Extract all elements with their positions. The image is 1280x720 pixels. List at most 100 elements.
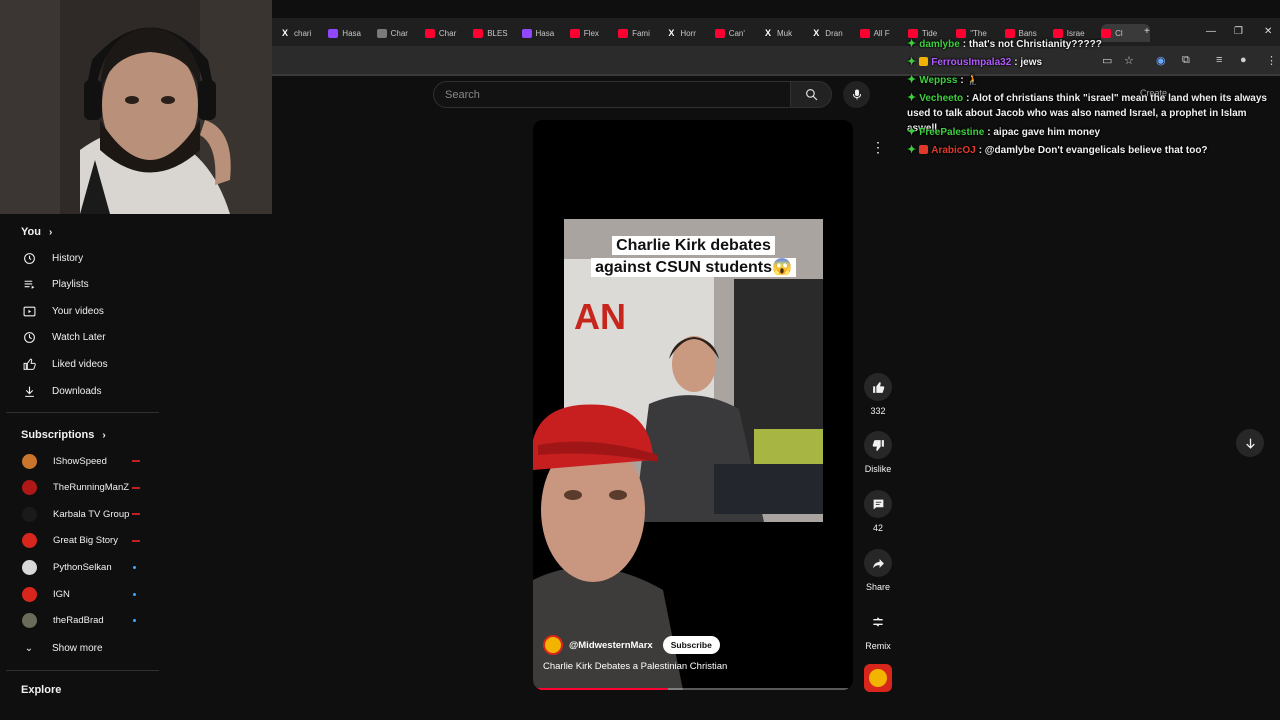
you-section-header[interactable]: You › [21, 226, 52, 238]
browser-tab[interactable]: BLES [473, 24, 522, 42]
chevron-right-icon: › [102, 429, 106, 441]
browser-tab-label: Muk [777, 28, 793, 38]
subscription-item[interactable]: IGN [0, 581, 158, 607]
playlists-icon [22, 278, 36, 292]
chat-username[interactable]: damlybe [919, 39, 960, 50]
subscription-item[interactable]: theRadBrad [0, 608, 158, 634]
channel-avatar [22, 453, 37, 469]
x-favicon-icon: X [764, 27, 771, 38]
sidebar: You › History Playlists Your videos Watch L… [0, 214, 160, 720]
new-tab-button[interactable]: + [1144, 26, 1150, 37]
like-button[interactable]: 332 [857, 373, 899, 416]
subscription-name: theRadBrad [53, 615, 104, 627]
new-content-dot-icon [133, 619, 136, 623]
x-favicon-icon: X [668, 27, 675, 38]
subscriptions-label: Subscriptions [21, 429, 95, 441]
subscription-item[interactable]: TheRunningManZ [0, 475, 158, 501]
twitch-favicon-icon [521, 28, 532, 38]
dislike-button[interactable]: Dislike [857, 431, 899, 474]
channel-name[interactable]: @MidwesternMarx [569, 640, 653, 651]
browser-tab[interactable]: Hasa [328, 24, 377, 42]
browser-tab[interactable]: All F [859, 24, 909, 42]
browser-tab-label: Flex [583, 28, 599, 38]
chat-username[interactable]: FreePalestine [919, 127, 984, 138]
browser-tab[interactable]: Xchari [280, 24, 329, 42]
chevron-down-icon: ⌄ [24, 642, 34, 654]
x-favicon-icon: X [813, 27, 820, 38]
gift-badge-icon [919, 57, 929, 66]
subscriber-badge-icon: ✦ [907, 144, 917, 156]
browser-tab[interactable]: Char [424, 24, 474, 42]
microphone-icon [852, 89, 861, 100]
sidebar-item-label: Downloads [52, 385, 102, 397]
subscription-name: IShowSpeed [53, 455, 107, 467]
browser-tab[interactable]: X Muk [763, 24, 812, 42]
close-window-button[interactable]: ✕ [1264, 26, 1272, 37]
video-title[interactable]: Charlie Kirk Debates a Palestinian Chris… [543, 661, 727, 672]
subscriber-badge-icon: ✦ [907, 74, 917, 86]
sidebar-item-playlists[interactable]: Playlists [0, 272, 158, 298]
chat-username[interactable]: Weppss [919, 75, 957, 86]
browser-tab[interactable]: Char [376, 24, 426, 42]
chat-text: : jews [1014, 57, 1043, 68]
sidebar-item-watch-later[interactable]: Watch Later [0, 325, 158, 351]
chat-username[interactable]: ArabicOJ [931, 145, 975, 156]
live-indicator-icon [132, 460, 140, 462]
subscription-name: IGN [53, 588, 70, 600]
next-video-button[interactable] [1236, 429, 1264, 457]
video-progress-fill [538, 688, 669, 690]
video-progress-bar[interactable] [538, 688, 848, 690]
svg-text:AN: AN [574, 296, 626, 337]
streamer-webcam [0, 0, 272, 214]
sidebar-item-label: Your videos [52, 305, 104, 317]
channel-avatar[interactable] [543, 635, 563, 655]
subscription-item[interactable]: Great Big Story [0, 528, 158, 554]
sidebar-item-downloads[interactable]: Downloads [0, 378, 158, 404]
browser-tab-label: Hasa [342, 28, 361, 38]
browser-tab[interactable]: Fami [618, 24, 667, 42]
share-button[interactable]: Share [857, 549, 899, 592]
shorts-video-player[interactable]: AN Charlie Kirk debates against CSUN stu… [533, 120, 853, 690]
share-icon [864, 549, 892, 577]
minimize-button[interactable]: — [1206, 26, 1216, 37]
show-more-button[interactable]: ⌄ Show more [0, 635, 158, 661]
subscription-item[interactable]: Karbala TV Group [0, 501, 158, 527]
chat-message: ✦ FreePalestine: aipac gave him money [907, 125, 1272, 140]
search-input[interactable] [445, 88, 790, 101]
remix-button[interactable]: Remix [857, 608, 899, 651]
comment-count: 42 [872, 523, 883, 533]
comments-button[interactable]: 42 [857, 490, 899, 533]
subscription-name: TheRunningManZ [53, 482, 130, 494]
subscription-name: Great Big Story [53, 535, 118, 547]
chat-username[interactable]: FerrousImpala32 [931, 57, 1011, 68]
subscriptions-section-header[interactable]: Subscriptions › [21, 429, 106, 441]
browser-tab-label: Fami [632, 28, 650, 38]
sidebar-item-your-videos[interactable]: Your videos [0, 298, 158, 324]
subscription-name: Karbala TV Group [53, 508, 130, 520]
more-options-icon[interactable]: ⋮ [863, 135, 893, 159]
voice-search-button[interactable] [843, 81, 870, 108]
browser-tab[interactable]: Hasa [521, 24, 571, 42]
sidebar-item-history[interactable]: History [0, 245, 158, 271]
thumbs-up-icon [864, 373, 892, 401]
search-box[interactable] [433, 81, 791, 108]
new-content-dot-icon [133, 565, 136, 569]
sound-avatar[interactable] [864, 664, 892, 692]
warning-badge-icon [919, 145, 929, 154]
browser-tab[interactable]: Can' [714, 24, 764, 42]
browser-tab[interactable]: X Dran [811, 24, 860, 42]
sidebar-item-liked-videos[interactable]: Liked videos [0, 351, 158, 377]
thumbs-down-icon [864, 431, 892, 459]
browser-tab[interactable]: Flex [569, 24, 619, 42]
watch-later-icon [22, 331, 36, 345]
search-button[interactable] [791, 81, 832, 108]
browser-tab[interactable]: X Horr [666, 24, 715, 42]
subscribe-button[interactable]: Subscribe [662, 636, 720, 654]
chat-username[interactable]: Vecheeto [919, 93, 963, 104]
restore-button[interactable]: ❐ [1234, 26, 1243, 37]
sidebar-item-label: History [52, 252, 84, 264]
subscription-item[interactable]: IShowSpeed [0, 448, 158, 474]
chat-text: : that's not Christianity????? [962, 39, 1102, 50]
subscription-item[interactable]: PythonSelkan [0, 554, 158, 580]
browser-tab-label: Dran [825, 28, 843, 38]
